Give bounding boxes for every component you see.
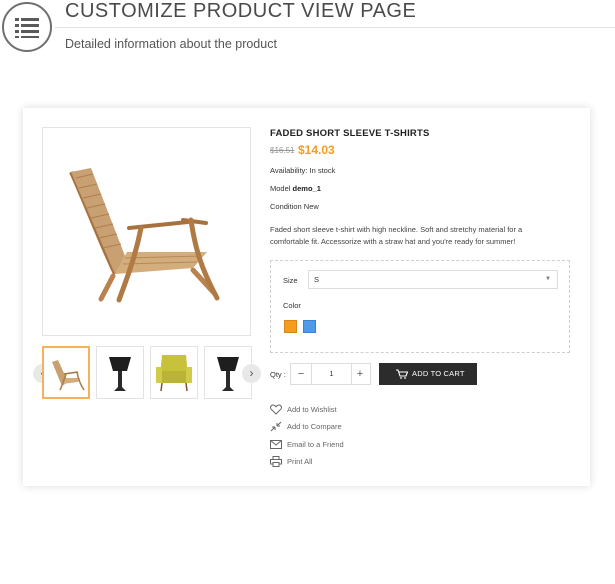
qty-increase-button[interactable]: +: [350, 364, 370, 384]
color-swatch-blue[interactable]: [303, 320, 316, 333]
product-card: ‹: [23, 108, 590, 486]
color-label: Color: [283, 301, 301, 310]
page-subtitle: Detailed information about the product: [65, 37, 277, 51]
compare-label: Add to Compare: [287, 422, 342, 431]
print-icon: [270, 456, 282, 467]
size-select[interactable]: S ▼: [308, 270, 558, 289]
availability-label: Availability:: [270, 166, 308, 175]
model-label: Model: [270, 184, 291, 193]
availability: Availability: In stock: [270, 166, 335, 175]
product-info: FADED SHORT SLEEVE T-SHIRTS $16.51 $14.0…: [270, 108, 580, 486]
qty-label: Qty :: [270, 370, 286, 379]
email-label: Email to a Friend: [287, 440, 344, 449]
qty-input[interactable]: 1: [311, 364, 352, 384]
heart-icon: [270, 404, 282, 415]
availability-value: In stock: [309, 166, 336, 175]
mail-icon: [270, 440, 282, 449]
cart-icon: [396, 369, 408, 379]
product-description: Faded short sleeve t-shirt with high nec…: [270, 225, 523, 246]
condition-label: Condition: [270, 202, 302, 211]
qty-decrease-button[interactable]: −: [291, 364, 311, 384]
thumbnail-strip: ‹: [33, 345, 261, 401]
thumbnail-chair[interactable]: [42, 346, 90, 399]
add-to-cart-button[interactable]: ADD TO CART: [379, 363, 477, 385]
add-to-cart-label: ADD TO CART: [412, 369, 465, 378]
chevron-down-icon: ▼: [545, 276, 551, 282]
page-header: CUSTOMIZE PRODUCT VIEW PAGE Detailed inf…: [0, 0, 615, 60]
condition: Condition New: [270, 202, 319, 211]
compare-icon: [270, 421, 282, 432]
title-divider: [55, 27, 615, 28]
product-options: Size S ▼ Color: [270, 260, 570, 353]
condition-value: New: [303, 202, 319, 211]
current-price: $14.03: [298, 143, 335, 157]
size-value: S: [314, 275, 320, 284]
thumbnail-lamp-1[interactable]: [96, 346, 144, 399]
model: Model demo_1: [270, 184, 321, 193]
quantity-stepper: − 1 +: [290, 363, 371, 385]
color-swatch-orange[interactable]: [284, 320, 297, 333]
old-price: $16.51: [270, 146, 295, 155]
product-name: FADED SHORT SLEEVE T-SHIRTS: [270, 128, 430, 139]
chevron-right-icon[interactable]: ›: [242, 364, 261, 383]
thumbnail-armchair[interactable]: [150, 346, 198, 399]
page-title: CUSTOMIZE PRODUCT VIEW PAGE: [65, 0, 417, 22]
product-main-image[interactable]: [42, 127, 251, 336]
size-label: Size: [283, 276, 298, 285]
wishlist-label: Add to Wishlist: [287, 405, 337, 414]
chair-image: [69, 168, 220, 303]
list-icon: [2, 2, 52, 52]
model-value: demo_1: [292, 184, 321, 193]
print-label: Print All: [287, 457, 313, 466]
